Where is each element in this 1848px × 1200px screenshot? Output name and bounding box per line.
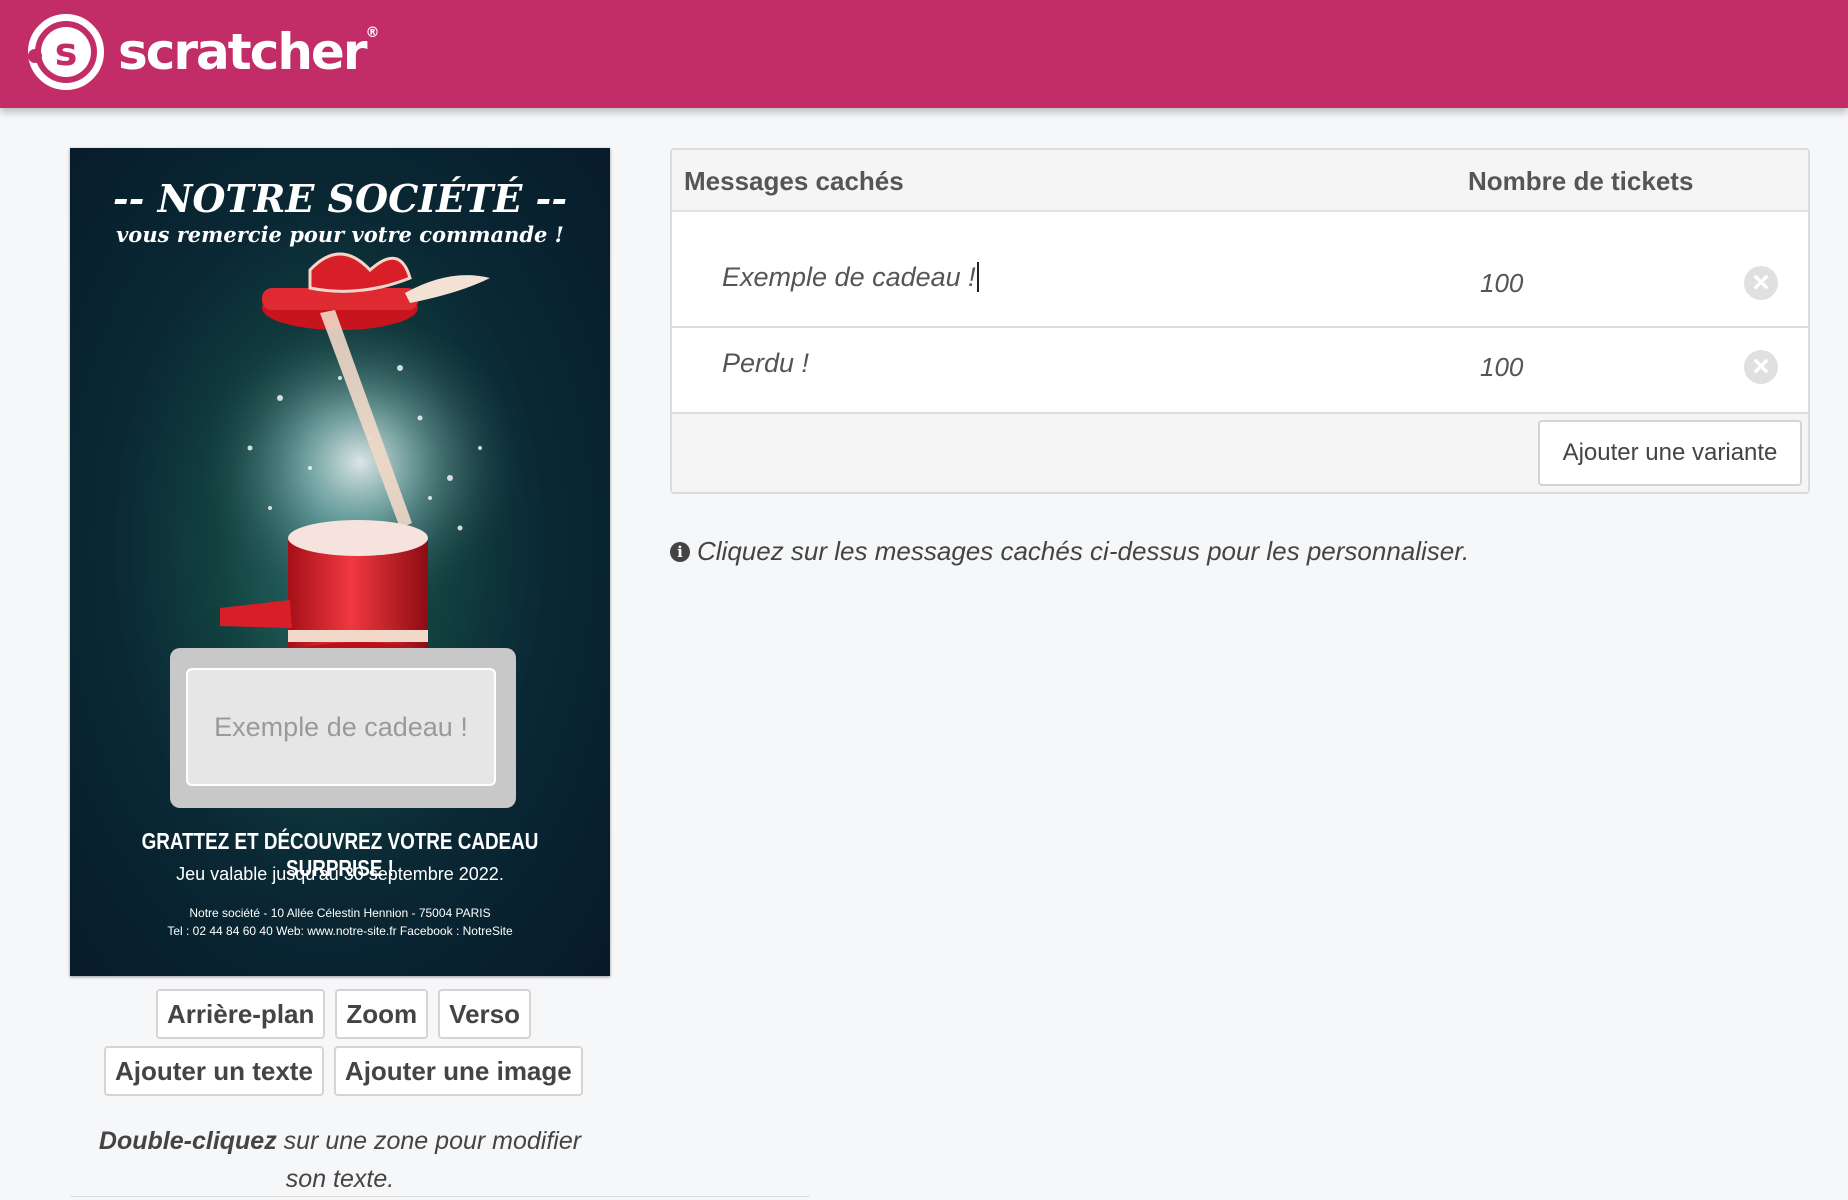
edit-help-text: Double-cliquez sur une zone pour modifie… bbox=[76, 1122, 604, 1198]
info-note: i Cliquez sur les messages cachés ci-des… bbox=[670, 536, 1469, 567]
ticket-toolbar-row-2: Ajouter un texte Ajouter une image bbox=[104, 1046, 583, 1096]
verso-button[interactable]: Verso bbox=[438, 989, 531, 1039]
table-row[interactable]: Exemple de cadeau ! 100 × bbox=[672, 212, 1808, 328]
scratch-hidden-message[interactable]: Exemple de cadeau ! bbox=[186, 668, 496, 786]
logo-letter: s bbox=[41, 27, 91, 77]
add-image-button[interactable]: Ajouter une image bbox=[333, 1046, 583, 1096]
add-text-button[interactable]: Ajouter un texte bbox=[104, 1046, 324, 1096]
ticket-count-field[interactable]: 100 bbox=[1480, 268, 1523, 299]
logo-text: scratcher ® bbox=[118, 23, 380, 81]
background-button[interactable]: Arrière-plan bbox=[156, 989, 326, 1039]
text-cursor bbox=[976, 262, 979, 292]
divider bbox=[70, 1196, 810, 1197]
logo-wordmark: scratcher bbox=[118, 23, 368, 81]
column-header-count: Nombre de tickets bbox=[1468, 166, 1694, 196]
column-header-messages: Messages cachés bbox=[684, 166, 904, 196]
ticket-preview[interactable]: -- NOTRE SOCIÉTÉ -- vous remercie pour v… bbox=[70, 148, 610, 976]
ticket-address[interactable]: Notre société - 10 Allée Célestin Hennio… bbox=[70, 906, 610, 920]
ticket-title[interactable]: -- NOTRE SOCIÉTÉ -- bbox=[70, 176, 610, 221]
info-text: Cliquez sur les messages cachés ci-dessu… bbox=[697, 536, 1470, 566]
remove-row-icon[interactable]: × bbox=[1744, 266, 1778, 300]
message-field[interactable]: Perdu ! bbox=[722, 348, 809, 379]
message-text[interactable]: Exemple de cadeau ! bbox=[722, 262, 976, 292]
table-row[interactable]: Perdu ! 100 × bbox=[672, 328, 1808, 414]
add-variant-button[interactable]: Ajouter une variante bbox=[1538, 420, 1802, 486]
info-icon: i bbox=[670, 541, 690, 562]
table-header: Messages cachés Nombre de tickets bbox=[672, 150, 1808, 212]
registered-mark: ® bbox=[365, 25, 380, 41]
message-field[interactable]: Exemple de cadeau ! bbox=[722, 262, 979, 293]
logo-icon: s bbox=[28, 14, 104, 90]
ticket-count-field[interactable]: 100 bbox=[1480, 352, 1523, 383]
ticket-validity[interactable]: Jeu valable jusqu'au 30 septembre 2022. bbox=[70, 864, 610, 885]
ticket-toolbar-row-1: Arrière-plan Zoom Verso bbox=[156, 989, 531, 1039]
hidden-messages-table: Messages cachés Nombre de tickets Exempl… bbox=[670, 148, 1810, 494]
remove-row-icon[interactable]: × bbox=[1744, 350, 1778, 384]
ticket-contact[interactable]: Tel : 02 44 84 60 40 Web: www.notre-site… bbox=[70, 924, 610, 938]
scratcher-logo[interactable]: s scratcher ® bbox=[28, 14, 380, 90]
help-rest: sur une zone pour modifier son texte. bbox=[283, 1127, 582, 1193]
ticket-subtitle[interactable]: vous remercie pour votre commande ! bbox=[70, 222, 610, 247]
help-bold: Double-cliquez bbox=[98, 1127, 277, 1155]
header-bar: s scratcher ® bbox=[0, 0, 1848, 108]
zoom-button[interactable]: Zoom bbox=[335, 989, 429, 1039]
